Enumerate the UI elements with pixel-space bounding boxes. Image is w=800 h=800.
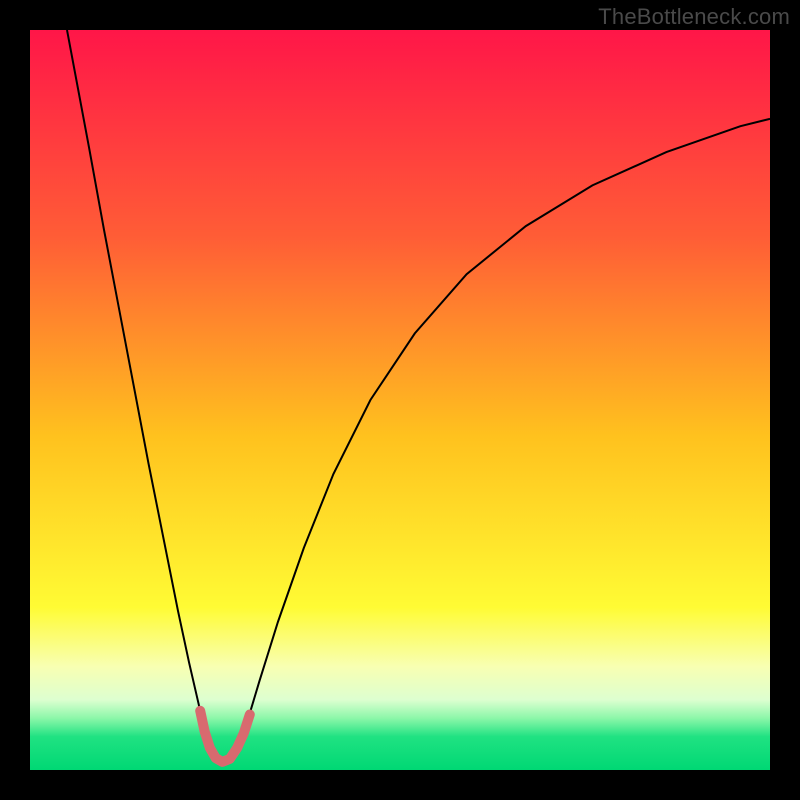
watermark-text: TheBottleneck.com	[598, 4, 790, 30]
chart-plot	[30, 30, 770, 770]
chart-background	[30, 30, 770, 770]
chart-frame: TheBottleneck.com	[0, 0, 800, 800]
